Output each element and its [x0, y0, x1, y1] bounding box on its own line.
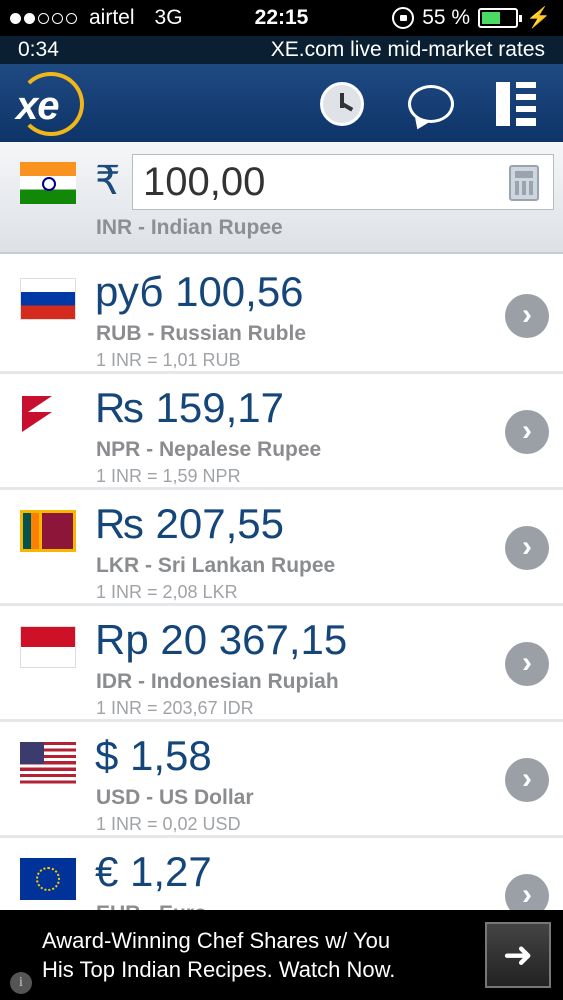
currency-name: USD - US Dollar: [96, 786, 254, 809]
indonesia-flag-icon: [20, 626, 76, 668]
currency-name: RUB - Russian Ruble: [96, 322, 307, 345]
status-right: 55 % ⚡: [392, 5, 551, 30]
currency-name: LKR - Sri Lankan Rupee: [96, 554, 336, 577]
russia-flag-icon: [20, 278, 76, 320]
menu-icon[interactable]: [496, 82, 540, 126]
exchange-rate: 1 INR = 2,08 LKR: [96, 582, 238, 602]
currency-row-usd[interactable]: $ 1,58 USD - US Dollar 1 INR = 0,02 USD …: [0, 722, 563, 838]
base-currency-symbol: ₹: [95, 159, 121, 203]
info-bar: 0:34 XE.com live mid-market rates: [0, 36, 563, 64]
eu-flag-icon: [20, 858, 76, 900]
chat-icon[interactable]: [408, 85, 454, 123]
info-icon[interactable]: i: [10, 972, 32, 994]
ad-text: Award-Winning Chef Shares w/ You His Top…: [42, 926, 462, 984]
chevron-right-icon[interactable]: ›: [505, 758, 549, 802]
charging-icon: ⚡: [526, 7, 551, 29]
chevron-right-icon[interactable]: ›: [505, 642, 549, 686]
exchange-rate: 1 INR = 1,59 NPR: [96, 466, 241, 486]
converted-value: $ 1,58: [95, 732, 212, 779]
currency-row-lkr[interactable]: ₨ 207,55 LKR - Sri Lankan Rupee 1 INR = …: [0, 490, 563, 606]
converted-value: руб 100,56: [95, 268, 304, 315]
sri-lanka-flag-icon: [20, 510, 76, 552]
currency-list: руб 100,56 RUB - Russian Ruble 1 INR = 1…: [0, 258, 563, 954]
chevron-right-icon[interactable]: ›: [505, 410, 549, 454]
base-currency-name: INR - Indian Rupee: [96, 216, 283, 239]
exchange-rate: 1 INR = 203,67 IDR: [96, 698, 254, 718]
base-currency-row[interactable]: ₹ INR - Indian Rupee: [0, 142, 563, 254]
currency-name: IDR - Indonesian Rupiah: [96, 670, 339, 693]
app-header: xe: [0, 64, 563, 142]
currency-row-idr[interactable]: Rp 20 367,15 IDR - Indonesian Rupiah 1 I…: [0, 606, 563, 722]
currency-row-npr[interactable]: ₨ 159,17 NPR - Nepalese Rupee 1 INR = 1,…: [0, 374, 563, 490]
converted-value: € 1,27: [95, 848, 212, 895]
chevron-right-icon[interactable]: ›: [505, 294, 549, 338]
rates-source-text: XE.com live mid-market rates: [270, 38, 545, 61]
battery-percent: 55 %: [422, 5, 471, 29]
exchange-rate: 1 INR = 1,01 RUB: [96, 350, 241, 370]
converted-value: ₨ 159,17: [95, 384, 285, 431]
converted-value: Rp 20 367,15: [95, 616, 348, 663]
status-bar: airtel 3G 22:15 55 % ⚡: [0, 0, 563, 36]
currency-row-rub[interactable]: руб 100,56 RUB - Russian Ruble 1 INR = 1…: [0, 258, 563, 374]
history-icon[interactable]: [320, 82, 364, 126]
amount-field-container[interactable]: [132, 154, 554, 210]
currency-name: NPR - Nepalese Rupee: [96, 438, 322, 461]
converted-value: ₨ 207,55: [95, 500, 285, 547]
logo-text: xe: [16, 84, 59, 128]
battery-icon: [478, 7, 523, 28]
calculator-icon[interactable]: [509, 165, 539, 201]
nepal-flag-icon: [20, 394, 76, 436]
ad-banner[interactable]: Award-Winning Chef Shares w/ You His Top…: [0, 910, 563, 1000]
exchange-rate: 1 INR = 0,02 USD: [96, 814, 241, 834]
arrow-right-icon[interactable]: ➜: [485, 922, 551, 988]
ad-line-1: Award-Winning Chef Shares w/ You: [42, 928, 391, 953]
amount-input[interactable]: [133, 155, 473, 209]
ad-line-2: His Top Indian Recipes. Watch Now.: [42, 957, 396, 982]
xe-logo[interactable]: xe: [16, 72, 84, 136]
india-flag-icon: [20, 162, 76, 204]
rotation-lock-icon: [392, 6, 415, 29]
usa-flag-icon: [20, 742, 76, 784]
refresh-timer: 0:34: [18, 38, 59, 61]
chevron-right-icon[interactable]: ›: [505, 526, 549, 570]
